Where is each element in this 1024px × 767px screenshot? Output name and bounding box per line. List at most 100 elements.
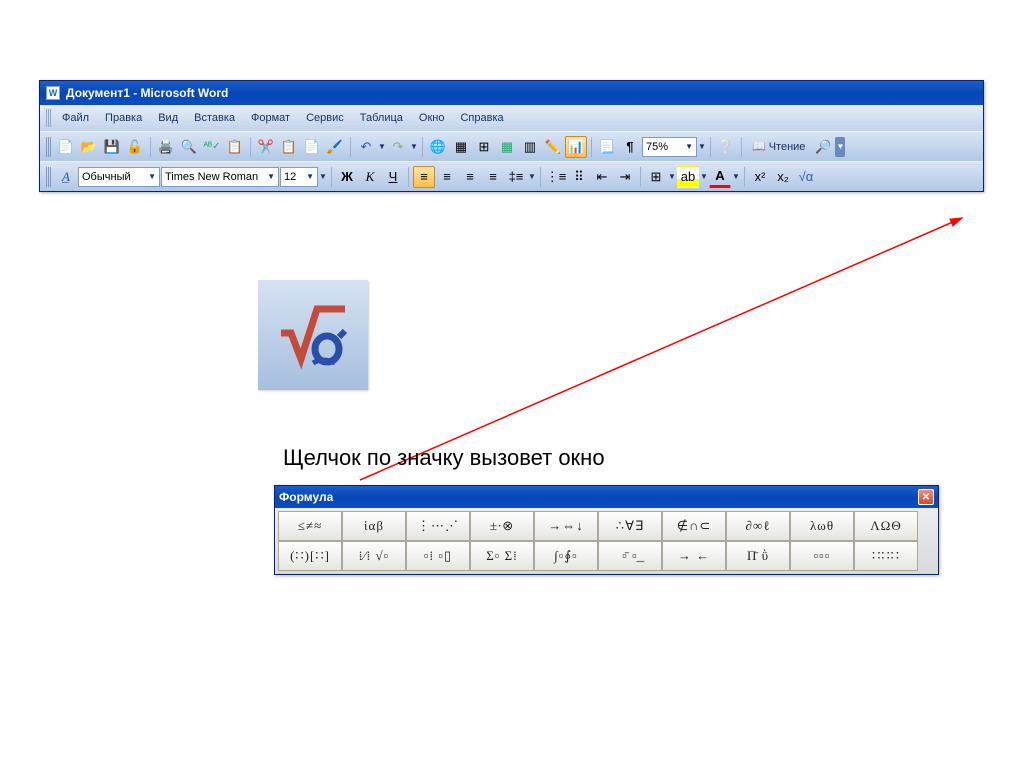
italic-button[interactable]: К (359, 166, 381, 188)
set-theory-button[interactable]: ∉∩⊂ (662, 511, 726, 541)
find-icon[interactable]: 🔎 (812, 136, 834, 158)
reading-layout-button[interactable]: 📖 Чтение (746, 136, 811, 158)
menu-insert[interactable]: Вставка (187, 109, 242, 127)
formula-titlebar[interactable]: Формула ✕ (275, 486, 938, 508)
redo-icon[interactable]: ↷ (387, 136, 409, 158)
size-input[interactable] (284, 171, 302, 183)
open-icon[interactable]: 📂 (78, 136, 100, 158)
zoom-combo[interactable]: ▼ (642, 137, 697, 157)
align-right-icon[interactable]: ≡ (459, 166, 481, 188)
relational-symbols-button[interactable]: ≤≠≈ (278, 511, 342, 541)
size-dd[interactable]: ▼ (319, 172, 327, 181)
size-combo[interactable]: ▼ (280, 167, 318, 187)
superscript-button[interactable]: x² (749, 166, 771, 188)
undo-icon[interactable]: ↶ (355, 136, 377, 158)
menu-edit[interactable]: Правка (98, 109, 149, 127)
close-icon[interactable]: ✕ (918, 489, 934, 505)
menu-view[interactable]: Вид (151, 109, 185, 127)
redo-dd[interactable]: ▼ (410, 142, 418, 151)
insert-table-icon[interactable]: ⊞ (473, 136, 495, 158)
operator-symbols-button[interactable]: ±∙⊗ (470, 511, 534, 541)
menubar-grip[interactable] (46, 109, 51, 127)
greek-lowercase-button[interactable]: λωθ (790, 511, 854, 541)
zoom-dd[interactable]: ▼ (698, 142, 706, 151)
zoom-input[interactable] (646, 141, 681, 153)
font-color-icon[interactable]: A (709, 166, 731, 188)
equation-editor-large-icon (258, 280, 368, 390)
align-center-icon[interactable]: ≡ (436, 166, 458, 188)
justify-icon[interactable]: ≡ (482, 166, 504, 188)
permission-icon[interactable]: 🔓 (124, 136, 146, 158)
research-icon[interactable]: 📋 (224, 136, 246, 158)
style-input[interactable] (82, 171, 144, 183)
bullets-icon[interactable]: ⠿ (568, 166, 590, 188)
new-doc-icon[interactable]: 📄 (55, 136, 77, 158)
toolbar-grip[interactable] (46, 137, 51, 157)
summation-button[interactable]: Σ▫ Σ⁞ (470, 541, 534, 571)
embellishments-button[interactable]: ⋮⋯⋰ (406, 511, 470, 541)
separator (150, 137, 151, 157)
toolbar-grip[interactable] (46, 167, 51, 187)
subscript-button[interactable]: x₂ (772, 166, 794, 188)
help-icon[interactable]: ❔ (715, 136, 737, 158)
font-input[interactable] (165, 171, 263, 183)
labeled-arrow-button[interactable]: → ← (662, 541, 726, 571)
spacing-dd[interactable]: ▼ (528, 172, 536, 181)
columns-icon[interactable]: ▥ (519, 136, 541, 158)
borders-dd[interactable]: ▼ (668, 172, 676, 181)
menu-help[interactable]: Справка (453, 109, 510, 127)
matrix-templates2-button[interactable]: ∷∷∷ (854, 541, 918, 571)
format-painter-icon[interactable]: 🖌️ (324, 136, 346, 158)
spellcheck-icon[interactable]: ᴬᴮ✓ (201, 136, 223, 158)
copy-icon[interactable]: 📋 (278, 136, 300, 158)
arrow-symbols-button[interactable]: →⇔↓ (534, 511, 598, 541)
drawing-icon[interactable]: ✏️ (542, 136, 564, 158)
menu-service[interactable]: Сервис (299, 109, 351, 127)
products-button[interactable]: Π̄ ῢ (726, 541, 790, 571)
window-title: Документ1 - Microsoft Word (66, 86, 228, 100)
hyperlink-icon[interactable]: 🌐 (427, 136, 449, 158)
menu-format[interactable]: Формат (244, 109, 297, 127)
fraction-radical-button[interactable]: ⁞⁄⁞ √▫ (342, 541, 406, 571)
menu-file[interactable]: Файл (55, 109, 96, 127)
fence-templates-button[interactable]: (∷)[∷] (278, 541, 342, 571)
styles-pane-icon[interactable]: A̲ (55, 166, 77, 188)
excel-icon[interactable]: ▦ (496, 136, 518, 158)
print-icon[interactable]: 🖨️ (155, 136, 177, 158)
increase-indent-icon[interactable]: ⇥ (614, 166, 636, 188)
style-combo[interactable]: ▼ (78, 167, 160, 187)
highlight-icon[interactable]: ab (677, 166, 699, 188)
overbar-underbar-button[interactable]: ▫̄ ▫͟ (598, 541, 662, 571)
line-spacing-icon[interactable]: ‡≡ (505, 166, 527, 188)
cut-icon[interactable]: ✂️ (255, 136, 277, 158)
show-marks-icon[interactable]: ¶ (619, 136, 641, 158)
page-setup-icon[interactable]: 📃 (596, 136, 618, 158)
subscript-superscript-button[interactable]: ▫⁞ ▫▯ (406, 541, 470, 571)
spaces-ellipses-button[interactable]: ἱαβ (342, 511, 406, 541)
equation-editor-button[interactable]: √α (795, 166, 817, 188)
doc-map-icon[interactable]: 📊 (565, 136, 587, 158)
highlight-dd[interactable]: ▼ (700, 172, 708, 181)
menu-window[interactable]: Окно (412, 109, 452, 127)
font-combo[interactable]: ▼ (161, 167, 279, 187)
integral-button[interactable]: ∫▫∮▫ (534, 541, 598, 571)
toolbar-options-dd[interactable]: ▼ (835, 137, 845, 157)
bold-button[interactable]: Ж (336, 166, 358, 188)
paste-icon[interactable]: 📄 (301, 136, 323, 158)
underline-button[interactable]: Ч (382, 166, 404, 188)
align-left-icon[interactable]: ≡ (413, 166, 435, 188)
titlebar[interactable]: W Документ1 - Microsoft Word (40, 81, 983, 105)
greek-uppercase-button[interactable]: ΛΩΘ (854, 511, 918, 541)
misc-symbols-button[interactable]: ∂∞ℓ (726, 511, 790, 541)
matrix-templates-button[interactable]: ▫▫▫ (790, 541, 854, 571)
decrease-indent-icon[interactable]: ⇤ (591, 166, 613, 188)
menu-table[interactable]: Таблица (353, 109, 410, 127)
undo-dd[interactable]: ▼ (378, 142, 386, 151)
numbering-icon[interactable]: ⋮≡ (545, 166, 567, 188)
logical-symbols-button[interactable]: ∴∀∃ (598, 511, 662, 541)
fontcolor-dd[interactable]: ▼ (732, 172, 740, 181)
borders-icon[interactable]: ⊞ (645, 166, 667, 188)
preview-icon[interactable]: 🔍 (178, 136, 200, 158)
save-icon[interactable]: 💾 (101, 136, 123, 158)
tables-borders-icon[interactable]: ▦ (450, 136, 472, 158)
